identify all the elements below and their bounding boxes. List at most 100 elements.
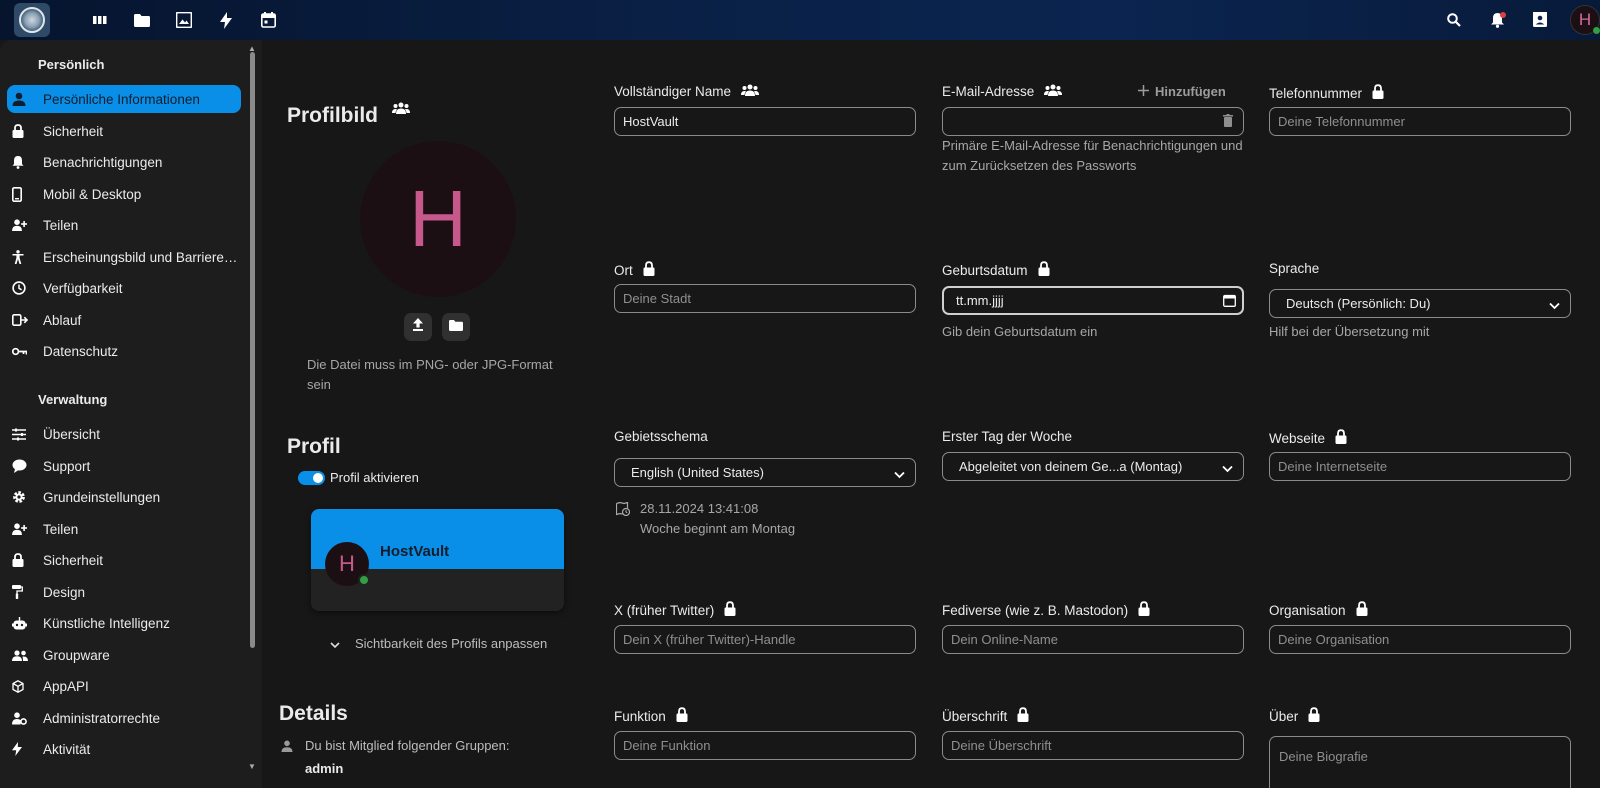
- add-email-button[interactable]: Hinzufügen: [1138, 84, 1226, 99]
- sidebar-item-security[interactable]: Sicherheit: [7, 117, 241, 145]
- profile-card-name: HostVault: [380, 543, 450, 560]
- sidebar-item-support[interactable]: Support: [7, 452, 241, 480]
- calendar-icon[interactable]: [257, 9, 279, 31]
- groups-icon: [12, 649, 38, 661]
- notification-badge: [1500, 12, 1506, 18]
- city-input[interactable]: Deine Stadt: [614, 284, 916, 313]
- sidebar-item-personal-info[interactable]: Persönliche Informationen: [7, 85, 241, 113]
- person-icon: [281, 739, 293, 757]
- lock-icon[interactable]: [1138, 601, 1150, 619]
- trash-icon[interactable]: [1223, 114, 1233, 132]
- birthday-label-text: Geburtsdatum: [942, 262, 1028, 278]
- email-label: E-Mail-Adresse: [942, 84, 1063, 99]
- groups-membership-text: Du bist Mitglied folgender Gruppen:: [305, 738, 510, 753]
- federation-scope-icon[interactable]: [1044, 84, 1063, 99]
- lock-icon[interactable]: [724, 601, 736, 619]
- translation-help-link[interactable]: Hilf bei der Übersetzung mit: [1269, 322, 1429, 342]
- avatar-format-hint: Die Datei muss im PNG- oder JPG-Format s…: [307, 357, 553, 392]
- lock-icon[interactable]: [643, 261, 655, 279]
- lock-icon[interactable]: [1356, 601, 1368, 619]
- sidebar-item-admin-security[interactable]: Sicherheit: [7, 546, 241, 574]
- bell-icon: [12, 155, 38, 169]
- phone-label-text: Telefonnummer: [1269, 85, 1363, 101]
- first-day-select[interactable]: Abgeleitet von deinem Ge...a (Montag): [942, 452, 1244, 481]
- dashboard-icon[interactable]: [89, 9, 111, 31]
- calendar-icon[interactable]: [1223, 294, 1236, 312]
- organisation-input[interactable]: Deine Organisation: [1269, 625, 1571, 654]
- sidebar-scrollbar[interactable]: [250, 52, 255, 648]
- role-input[interactable]: Deine Funktion: [614, 731, 916, 760]
- lock-icon[interactable]: [1038, 261, 1050, 279]
- sidebar-item-appapi[interactable]: AppAPI: [7, 672, 241, 700]
- locale-label-text: Gebietsschema: [614, 429, 708, 444]
- language-select[interactable]: Deutsch (Persönlich: Du): [1269, 289, 1571, 318]
- scroll-down-icon[interactable]: ▼: [248, 762, 256, 771]
- logo[interactable]: [14, 3, 50, 37]
- photos-icon[interactable]: [173, 9, 195, 31]
- sidebar-item-availability[interactable]: Verfügbarkeit: [7, 274, 241, 302]
- upload-avatar-button[interactable]: [404, 313, 432, 341]
- lock-icon[interactable]: [1017, 707, 1029, 725]
- about-textarea[interactable]: Deine Biografie: [1269, 736, 1571, 788]
- sidebar-item-basic-settings[interactable]: Grundeinstellungen: [7, 483, 241, 511]
- sidebar-item-activity[interactable]: Aktivität: [7, 735, 241, 763]
- choose-from-files-button[interactable]: [442, 313, 470, 341]
- headline-input[interactable]: Deine Überschrift: [942, 731, 1244, 760]
- profile-title: Profil: [287, 435, 341, 458]
- sidebar-heading-admin: Verwaltung: [38, 392, 108, 407]
- lock-icon[interactable]: [676, 707, 688, 725]
- sidebar-item-label: Support: [43, 458, 91, 474]
- locale-value: English (United States): [631, 465, 764, 480]
- logo-icon: [19, 7, 45, 33]
- organisation-label: Organisation: [1269, 601, 1368, 619]
- sidebar-item-design[interactable]: Design: [7, 578, 241, 606]
- search-icon[interactable]: [1442, 8, 1466, 32]
- fediverse-label-text: Fediverse (wie z. B. Mastodon): [942, 602, 1129, 618]
- sidebar-item-ai[interactable]: Künstliche Intelligenz: [7, 609, 241, 637]
- sidebar-item-label: Erscheinungsbild und Barrierefreiheit: [43, 249, 238, 265]
- sidebar-item-notifications[interactable]: Benachrichtigungen: [7, 148, 241, 176]
- sidebar-item-mobile-desktop[interactable]: Mobil & Desktop: [7, 180, 241, 208]
- federation-scope-icon[interactable]: [741, 84, 760, 99]
- locale-week-start: Woche beginnt am Montag: [640, 521, 796, 536]
- chevron-down-icon: [1549, 298, 1560, 313]
- birthday-input[interactable]: tt.mm.jjjj: [942, 286, 1244, 315]
- twitter-input[interactable]: Dein X (früher Twitter)-Handle: [614, 625, 916, 654]
- federation-scope-icon[interactable]: [392, 101, 410, 119]
- phone-input[interactable]: Deine Telefonnummer: [1269, 107, 1571, 136]
- activity-icon[interactable]: [215, 9, 237, 31]
- chevron-down-icon[interactable]: [330, 636, 340, 654]
- notifications-icon[interactable]: [1485, 8, 1509, 32]
- profile-visibility-toggle[interactable]: Sichtbarkeit des Profils anpassen: [355, 636, 547, 651]
- sidebar-item-overview[interactable]: Übersicht: [7, 420, 241, 448]
- sidebar-item-privacy[interactable]: Datenschutz: [7, 337, 241, 365]
- sidebar-item-appearance[interactable]: Erscheinungsbild und Barrierefreiheit: [7, 243, 241, 271]
- profile-enable-toggle[interactable]: [298, 471, 325, 485]
- website-input[interactable]: Deine Internetseite: [1269, 452, 1571, 481]
- sidebar-item-admin-sharing[interactable]: Teilen: [7, 515, 241, 543]
- cog-icon: [12, 490, 38, 504]
- locale-label: Gebietsschema: [614, 429, 708, 444]
- profile-preview-card[interactable]: H HostVault: [311, 509, 564, 611]
- locale-select[interactable]: English (United States): [614, 458, 916, 487]
- full-name-input[interactable]: HostVault: [614, 107, 916, 136]
- group-name: admin: [305, 761, 344, 776]
- fediverse-input[interactable]: Dein Online-Name: [942, 625, 1244, 654]
- sidebar-item-sharing[interactable]: Teilen: [7, 211, 241, 239]
- sidebar-item-flow[interactable]: Ablauf: [7, 306, 241, 334]
- files-icon[interactable]: [131, 9, 153, 31]
- sidebar-item-groupware[interactable]: Groupware: [7, 641, 241, 669]
- lock-icon[interactable]: [1372, 84, 1384, 102]
- sidebar-item-label: Grundeinstellungen: [43, 489, 161, 505]
- avatar-initial: H: [1578, 10, 1592, 29]
- email-input[interactable]: [942, 107, 1244, 136]
- key-icon: [12, 347, 38, 356]
- add-email-label: Hinzufügen: [1155, 84, 1226, 99]
- lock-icon[interactable]: [1335, 429, 1347, 447]
- lock-icon[interactable]: [1308, 707, 1320, 725]
- profile-picture-title: Profilbild: [287, 104, 378, 127]
- contacts-icon[interactable]: [1528, 8, 1552, 32]
- sidebar-item-admin-rights[interactable]: Administratorrechte: [7, 704, 241, 732]
- share-icon: [12, 219, 38, 231]
- sidebar-item-label: Groupware: [43, 647, 110, 663]
